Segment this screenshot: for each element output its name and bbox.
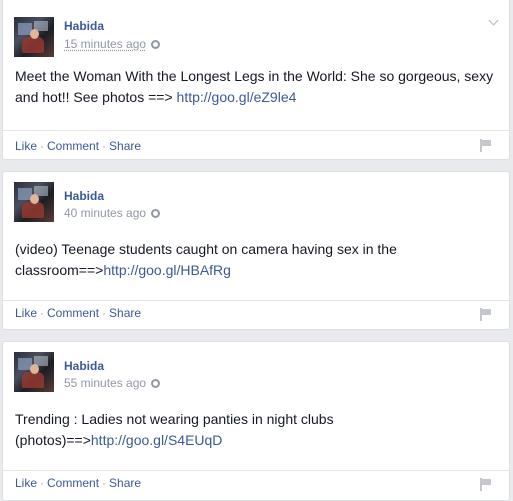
author-name[interactable]: Habida — [64, 19, 104, 33]
timestamp: 15 minutes ago — [64, 37, 161, 51]
like-button[interactable]: Like — [15, 306, 37, 320]
separator: · — [40, 306, 45, 320]
timestamp: 55 minutes ago — [64, 376, 161, 390]
comment-button[interactable]: Comment — [47, 306, 99, 320]
action-bar: Like · Comment · Share — [15, 306, 141, 320]
like-button[interactable]: Like — [15, 476, 37, 490]
separator: · — [102, 476, 107, 490]
avatar[interactable] — [14, 182, 54, 222]
avatar[interactable] — [14, 17, 54, 57]
comment-button[interactable]: Comment — [47, 139, 99, 153]
comment-button[interactable]: Comment — [47, 476, 99, 490]
flag-icon[interactable] — [479, 308, 491, 321]
separator: · — [40, 139, 45, 153]
author-name[interactable]: Habida — [64, 189, 104, 203]
globe-icon[interactable] — [151, 39, 161, 49]
timestamp: 40 minutes ago — [64, 206, 161, 220]
feed-story: Habida 55 minutes ago Trending : Ladies … — [2, 341, 510, 501]
action-bar: Like · Comment · Share — [15, 476, 141, 490]
flag-icon[interactable] — [479, 478, 491, 491]
share-button[interactable]: Share — [109, 476, 141, 490]
post-text: (video) Teenage students caught on camer… — [15, 239, 499, 281]
timestamp-text[interactable]: 15 minutes ago — [64, 37, 146, 51]
timestamp-text[interactable]: 55 minutes ago — [64, 376, 146, 390]
author-name[interactable]: Habida — [64, 359, 104, 373]
divider — [3, 130, 509, 131]
separator: · — [40, 476, 45, 490]
avatar[interactable] — [14, 352, 54, 392]
post-text: Meet the Woman With the Longest Legs in … — [15, 66, 499, 108]
feed-story: Habida 15 minutes ago Meet the Woman Wit… — [2, 0, 510, 160]
timestamp-text[interactable]: 40 minutes ago — [64, 206, 146, 220]
divider — [3, 300, 509, 301]
flag-icon[interactable] — [479, 139, 491, 152]
globe-icon[interactable] — [151, 208, 161, 218]
like-button[interactable]: Like — [15, 139, 37, 153]
globe-icon[interactable] — [151, 378, 161, 388]
post-text: Trending : Ladies not wearing panties in… — [15, 409, 499, 451]
separator: · — [102, 306, 107, 320]
share-button[interactable]: Share — [109, 306, 141, 320]
separator: · — [102, 139, 107, 153]
chevron-down-icon[interactable] — [488, 15, 499, 26]
feed-story: Habida 40 minutes ago (video) Teenage st… — [2, 171, 510, 330]
action-bar: Like · Comment · Share — [15, 139, 141, 153]
post-link[interactable]: http://goo.gl/S4EUqD — [91, 432, 223, 448]
divider — [3, 470, 509, 471]
post-link[interactable]: http://goo.gl/eZ9le4 — [177, 89, 297, 105]
share-button[interactable]: Share — [109, 139, 141, 153]
post-link[interactable]: http://goo.gl/HBAfRg — [103, 262, 231, 278]
